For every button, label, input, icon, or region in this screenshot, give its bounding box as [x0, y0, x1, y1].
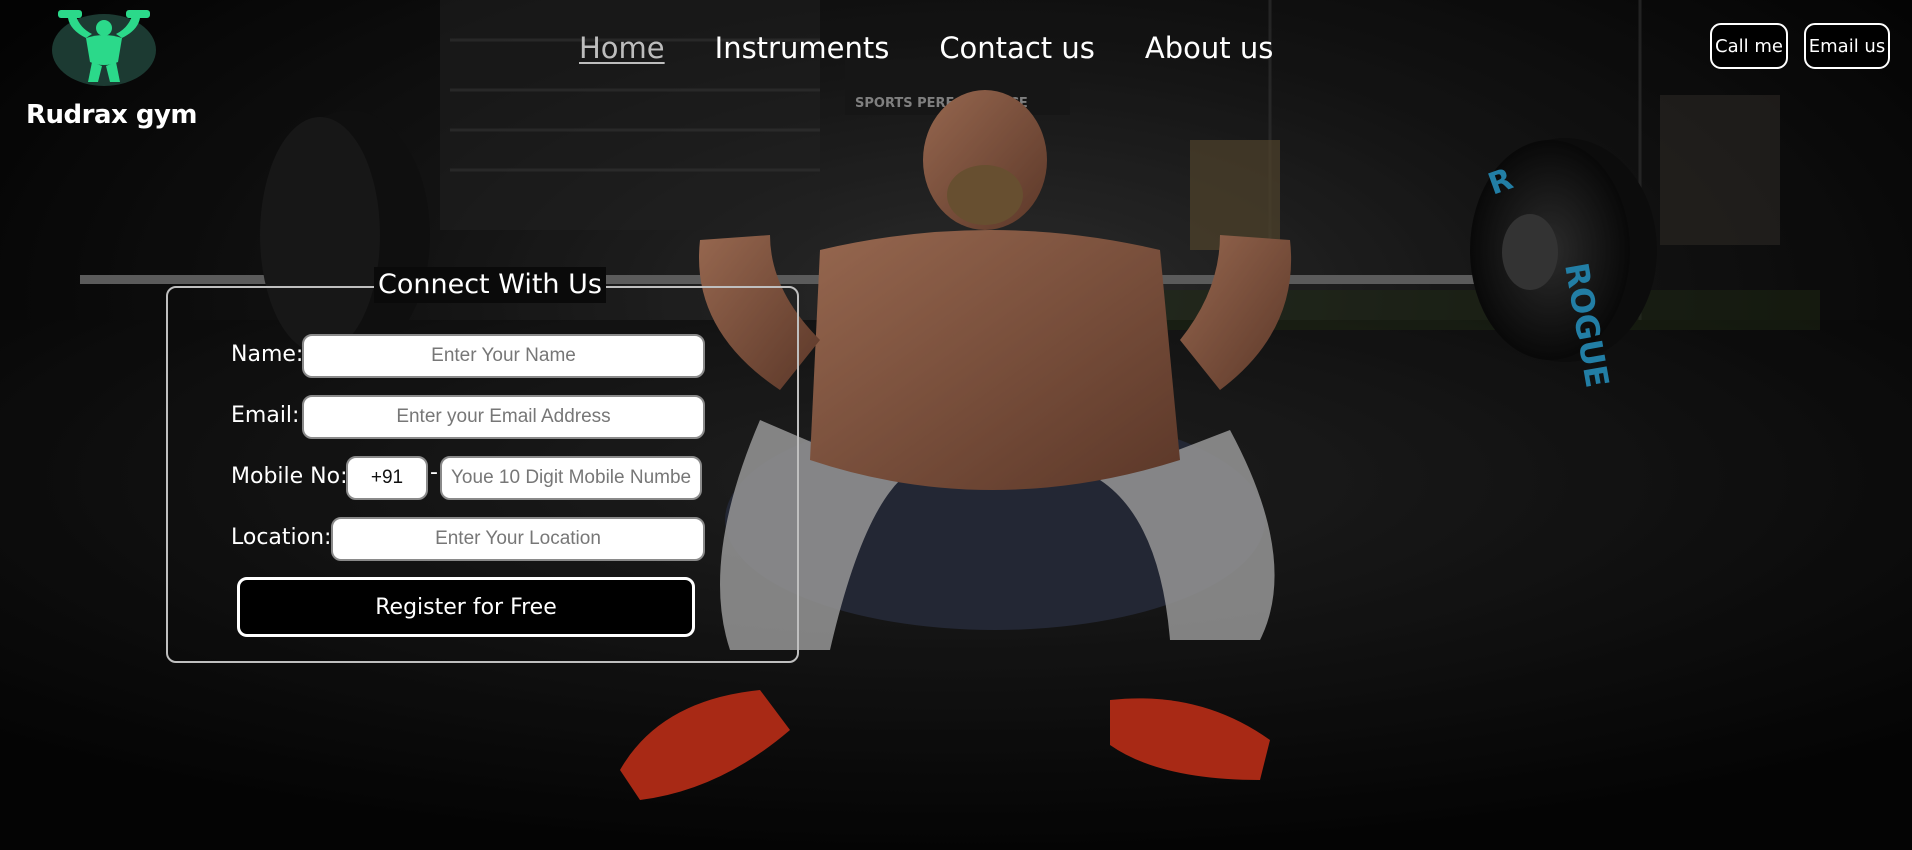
name-label: Name:	[231, 342, 304, 367]
register-button[interactable]: Register for Free	[237, 577, 695, 637]
mobile-label: Mobile No:	[231, 464, 348, 489]
nav-instruments-link[interactable]: Instruments	[715, 28, 890, 68]
mobile-input[interactable]: Youe 10 Digit Mobile Numbe	[440, 456, 702, 500]
nav-home-link[interactable]: Home	[579, 28, 665, 68]
main-nav: Home Instruments Contact us About us	[579, 28, 1273, 68]
brand-name: Rudrax gym	[26, 100, 197, 130]
form-legend: Connect With Us	[374, 267, 606, 303]
nav-about-link[interactable]: About us	[1145, 28, 1273, 68]
mobile-separator: -	[430, 460, 438, 485]
bodybuilder-logo-icon[interactable]	[48, 8, 160, 86]
email-input[interactable]: Enter your Email Address	[302, 395, 705, 439]
email-label: Email:	[231, 403, 300, 428]
location-label: Location:	[231, 525, 332, 550]
call-me-button[interactable]: Call me	[1710, 23, 1788, 69]
name-input[interactable]: Enter Your Name	[302, 334, 705, 378]
email-us-button[interactable]: Email us	[1804, 23, 1890, 69]
location-input[interactable]: Enter Your Location	[331, 517, 705, 561]
nav-contact-link[interactable]: Contact us	[939, 28, 1095, 68]
country-code-input[interactable]: +91	[346, 456, 428, 500]
